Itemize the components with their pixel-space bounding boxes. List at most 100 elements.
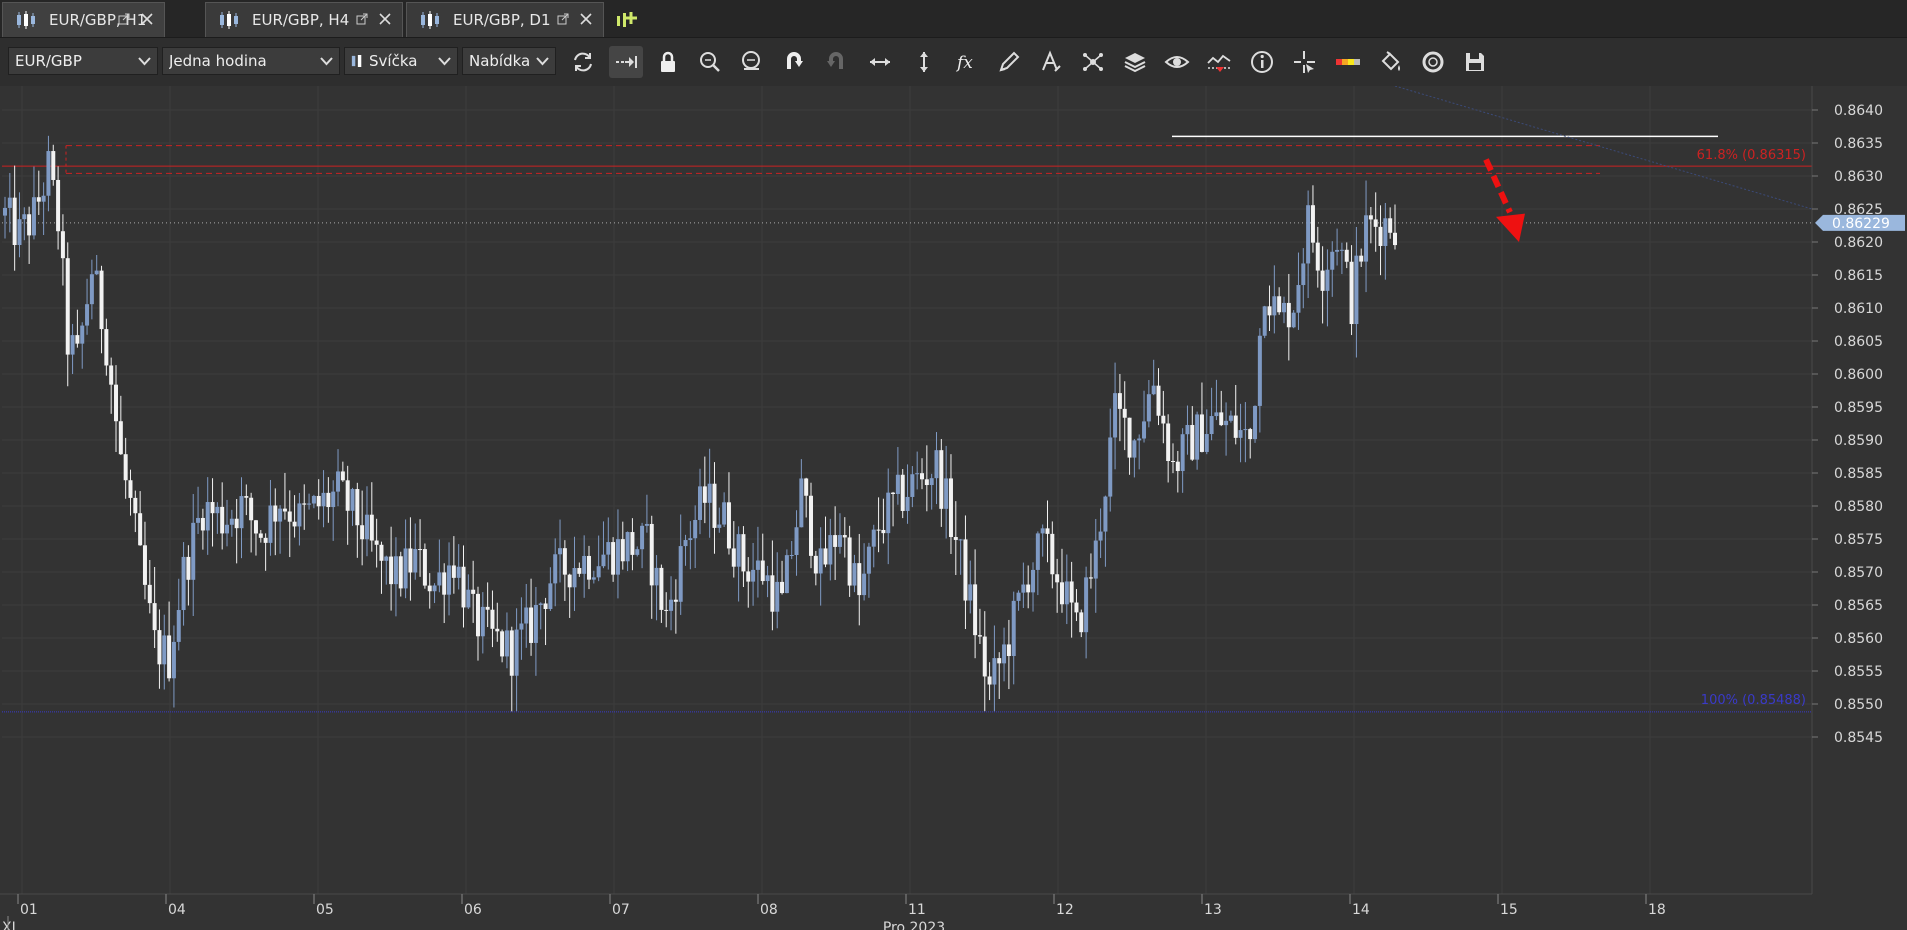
candle-body (567, 574, 572, 588)
zoom-in-button[interactable] (693, 46, 727, 78)
candle-body (1320, 270, 1325, 291)
price-tick-label: 0.8560 (1834, 631, 1883, 647)
candle-body (379, 544, 384, 561)
candle-body (876, 529, 881, 531)
symbol-select[interactable]: EUR/GBP (8, 47, 158, 75)
chart-type-select[interactable]: Svíčka (344, 47, 458, 75)
auto-scroll-button[interactable] (609, 46, 643, 78)
price-chart[interactable]: 61.8% (0.86315) 100% (0.85488) 0.8640 0.8… (0, 86, 1907, 930)
candle-body (94, 270, 99, 275)
tab-eurgbp-h1[interactable]: EUR/GBP, H1 (2, 2, 165, 37)
candle-body (181, 556, 186, 611)
redo-button[interactable] (819, 46, 853, 78)
candle-body (133, 497, 138, 514)
candle-body (533, 604, 538, 643)
text-tool-button[interactable] (1034, 46, 1068, 78)
layers-button[interactable] (1118, 46, 1152, 78)
horizontal-resize-button[interactable] (863, 46, 897, 78)
candle-body (1170, 461, 1175, 463)
crosshair-button[interactable] (1288, 46, 1322, 78)
time-tick-label: 08 (760, 902, 778, 918)
candle-body (128, 480, 133, 498)
info-icon (1251, 51, 1273, 73)
add-chart-icon[interactable] (614, 8, 640, 32)
candle-body (1286, 302, 1291, 328)
candle-body (1359, 255, 1364, 262)
horizontal-resize-icon (870, 58, 890, 66)
candle-body (447, 565, 452, 595)
candle-body (712, 483, 717, 528)
sync-button[interactable] (1416, 46, 1450, 78)
close-icon[interactable] (579, 12, 593, 26)
current-price-value: 0.86229 (1832, 216, 1890, 232)
chart-grid (0, 86, 1907, 930)
fib-level-label-618: 61.8% (0.86315) (1697, 148, 1806, 163)
candle-body (466, 589, 471, 608)
price-type-select[interactable]: Nabídka (462, 47, 556, 75)
candle-body (1156, 385, 1161, 416)
candle-body (1267, 306, 1272, 316)
info-button[interactable] (1245, 46, 1279, 78)
candle-body (1228, 415, 1233, 421)
candle-body (3, 207, 7, 216)
candle-body (1180, 434, 1185, 472)
undock-icon[interactable] (118, 13, 130, 25)
alerts-button[interactable] (1202, 46, 1236, 78)
candle-body (118, 421, 123, 455)
indicators-button[interactable]: fx (950, 46, 984, 78)
close-icon[interactable] (378, 12, 392, 26)
candle-body (553, 554, 558, 584)
lock-button[interactable] (651, 46, 685, 78)
candle-body (1373, 219, 1378, 227)
undo-button[interactable] (777, 46, 811, 78)
undock-icon[interactable] (557, 13, 569, 25)
tab-eurgbp-h4[interactable]: EUR/GBP, H4 (205, 2, 403, 37)
candle-body (1233, 415, 1238, 438)
undock-icon[interactable] (356, 13, 368, 25)
visibility-button[interactable] (1160, 46, 1194, 78)
close-icon[interactable] (140, 12, 154, 26)
chevron-down-icon (536, 57, 549, 66)
vertical-resize-button[interactable] (907, 46, 941, 78)
candle-body (519, 623, 524, 630)
candle-body (340, 471, 345, 481)
candle-body (775, 581, 780, 612)
candle-body (606, 542, 611, 555)
candle-body (789, 555, 794, 557)
candle-body (1330, 251, 1335, 270)
function-icon: fx (955, 53, 973, 73)
candle-body (1315, 242, 1320, 271)
candle-body (220, 506, 225, 534)
refresh-button[interactable] (566, 46, 600, 78)
candle-body (442, 572, 447, 595)
fill-button[interactable] (1374, 46, 1408, 78)
chart-canvas[interactable]: 61.8% (0.86315) 100% (0.85488) 0.8640 0.8… (0, 86, 1907, 930)
candle-body (1069, 581, 1074, 603)
objects-button[interactable] (1076, 46, 1110, 78)
timeframe-select[interactable]: Jedna hodina (162, 47, 340, 75)
candle-body (229, 518, 234, 525)
candle-body (572, 568, 577, 588)
candle-body (167, 635, 172, 679)
candle-body (780, 581, 785, 594)
zoom-out-button[interactable] (735, 46, 769, 78)
candle-body (1325, 269, 1330, 291)
candle-body (698, 486, 702, 520)
candle-body (321, 492, 326, 507)
crosshair-icon (1294, 51, 1315, 73)
candle-body (717, 524, 722, 528)
candle-body (722, 502, 727, 525)
candle-body (1393, 232, 1397, 246)
candle-body (263, 537, 268, 543)
draw-button[interactable] (992, 46, 1026, 78)
tab-eurgbp-d1[interactable]: EUR/GBP, D1 (406, 2, 604, 37)
candle-body (22, 214, 27, 220)
candles-icon (17, 11, 35, 29)
candle-body (1151, 385, 1156, 395)
candle-body (1122, 408, 1127, 418)
candle-body (46, 151, 51, 196)
save-button[interactable] (1458, 46, 1492, 78)
candle-body (857, 563, 862, 596)
color-scheme-button[interactable] (1331, 46, 1365, 78)
price-axis[interactable]: 0.86400.86350.86300.86250.86200.86150.86… (1811, 86, 1907, 894)
